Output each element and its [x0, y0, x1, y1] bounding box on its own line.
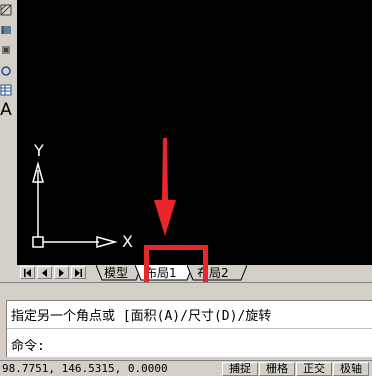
gradient-icon[interactable]: [0, 22, 12, 38]
command-history: 指定另一个角点或 [面积(A)/尺寸(D)/旋转: [11, 309, 272, 324]
snap-button[interactable]: 捕捉: [222, 362, 258, 376]
annotation-arrow: [154, 138, 176, 236]
x-axis-label: X: [122, 232, 133, 251]
ucs-icon: [32, 161, 118, 248]
cloud-icon[interactable]: [0, 62, 12, 78]
grid-button[interactable]: 栅格: [259, 362, 295, 376]
polar-button[interactable]: 极轴: [333, 362, 369, 376]
next-icon: [59, 268, 64, 277]
ortho-button[interactable]: 正交: [296, 362, 332, 376]
y-axis-label: Y: [34, 141, 44, 160]
command-prompt[interactable]: 命令:: [11, 335, 45, 354]
last-icon: [75, 268, 82, 277]
first-tab-button[interactable]: [20, 266, 35, 279]
table-icon[interactable]: [0, 82, 12, 98]
hatch-icon[interactable]: [0, 2, 12, 18]
command-panel: 指定另一个角点或 [面积(A)/尺寸(D)/旋转 命令:: [6, 300, 372, 357]
next-tab-button[interactable]: [54, 266, 69, 279]
prev-icon: [42, 268, 47, 277]
coordinate-readout: 98.7751, 146.5315, 0.0000: [2, 362, 168, 375]
prev-tab-button[interactable]: [37, 266, 52, 279]
region-icon[interactable]: [0, 42, 12, 58]
status-bar: 98.7751, 146.5315, 0.0000 捕捉 栅格 正交 极轴: [0, 360, 372, 376]
command-divider: [7, 328, 372, 329]
text-icon-glyph: A: [0, 100, 12, 120]
text-icon[interactable]: A: [0, 100, 12, 120]
first-icon: [24, 268, 31, 277]
last-tab-button[interactable]: [71, 266, 86, 279]
draw-toolbar: A: [0, 0, 16, 265]
drawing-canvas[interactable]: Y X: [17, 0, 372, 265]
tab-model-label: 模型: [104, 266, 129, 280]
